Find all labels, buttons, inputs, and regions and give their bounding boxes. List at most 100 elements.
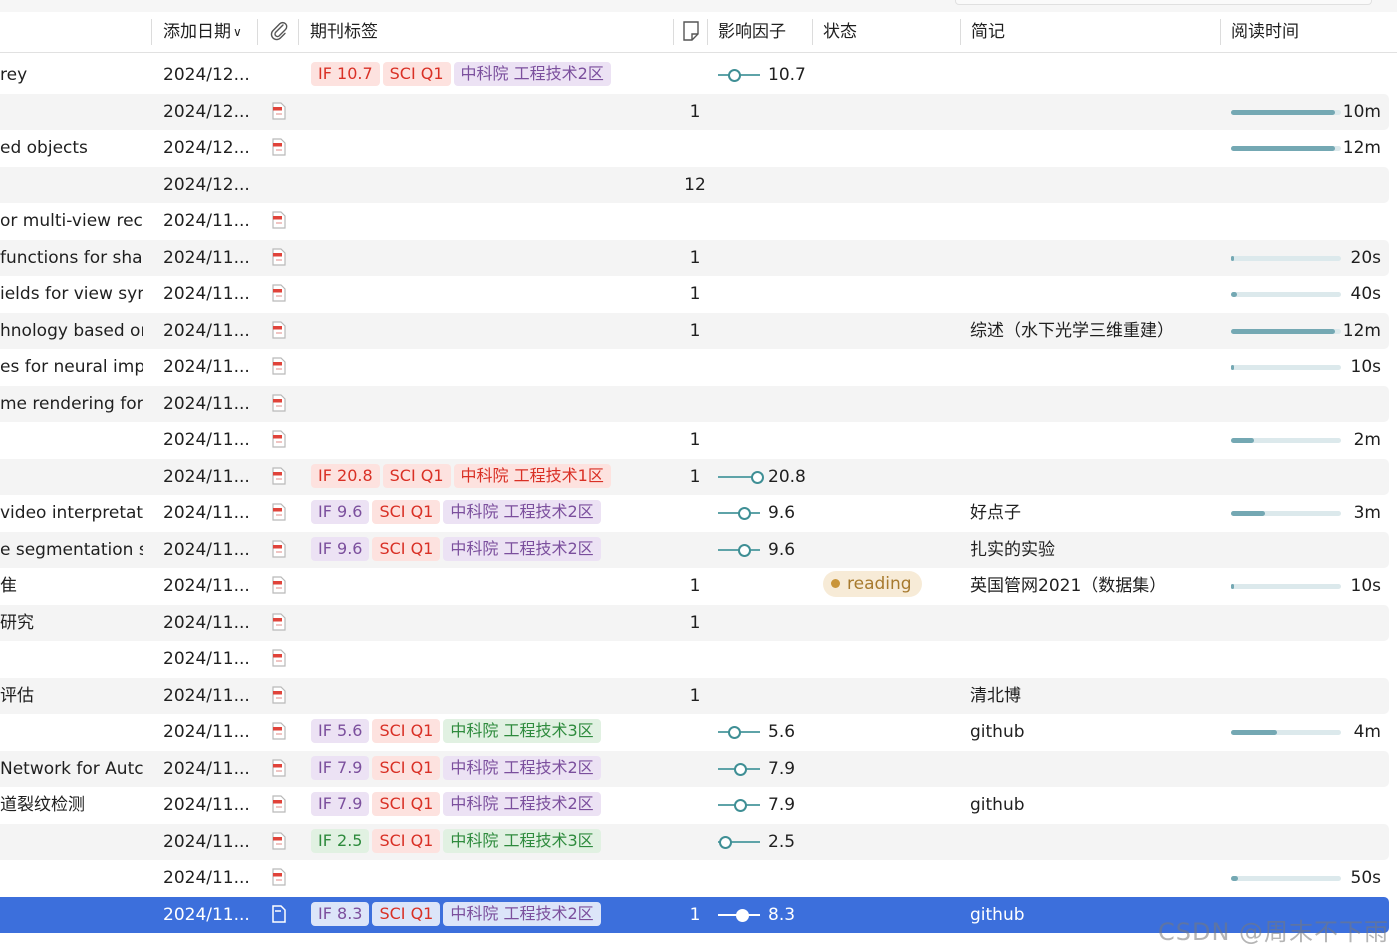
- column-divider[interactable]: [298, 19, 299, 45]
- journal-tag: SCI Q1: [372, 828, 441, 853]
- column-divider[interactable]: [960, 19, 961, 45]
- pdf-attachment-icon[interactable]: [271, 101, 287, 120]
- table-row[interactable]: 2024/11...: [0, 641, 1389, 678]
- attachment-cell[interactable]: [268, 130, 290, 166]
- attachment-cell[interactable]: [268, 751, 290, 787]
- column-header-read-time[interactable]: 阅读时间: [1231, 12, 1299, 52]
- pdf-attachment-icon[interactable]: [271, 576, 287, 594]
- column-divider[interactable]: [812, 19, 813, 45]
- pdf-attachment-icon[interactable]: [271, 138, 287, 156]
- attachment-cell[interactable]: [268, 714, 290, 750]
- pdf-attachment-icon[interactable]: [271, 758, 287, 777]
- table-row[interactable]: 2024/12... 12: [0, 166, 1389, 203]
- attachment-cell[interactable]: [268, 349, 290, 385]
- table-row[interactable]: 2024/11... IF 2.5 SCI Q1 中科院 工程技术3区 2.5: [0, 823, 1389, 860]
- column-header-status[interactable]: 状态: [823, 12, 857, 52]
- attachment-cell[interactable]: [268, 824, 290, 860]
- pdf-attachment-icon[interactable]: [271, 649, 287, 667]
- memo: [970, 641, 1215, 677]
- attachment-cell[interactable]: [268, 568, 290, 604]
- memo: [970, 167, 1215, 203]
- attachment-cell[interactable]: [268, 532, 290, 568]
- memo: [970, 860, 1215, 896]
- memo: [970, 57, 1215, 93]
- column-divider[interactable]: [707, 19, 708, 45]
- read-time: 50s: [1231, 860, 1381, 896]
- status-badge[interactable]: reading: [823, 571, 922, 597]
- search-box-edge[interactable]: [955, 0, 1372, 5]
- pdf-attachment-icon[interactable]: [271, 393, 287, 412]
- table-row[interactable]: functions for sha 2024/11... 1 20s: [0, 239, 1389, 276]
- pdf-attachment-icon[interactable]: [271, 430, 287, 448]
- read-time-fill: [1231, 876, 1238, 881]
- column-header-impact-factor[interactable]: 影响因子: [718, 12, 786, 52]
- attachment-cell[interactable]: [268, 57, 290, 93]
- column-divider[interactable]: [1220, 19, 1221, 45]
- table-row[interactable]: hnology based or 2024/11... 1 综述（水下光学三维重建） 1…: [0, 312, 1389, 349]
- table-row[interactable]: 2024/11... 1 2m: [0, 422, 1389, 459]
- table-row[interactable]: video interpretatic 2024/11... IF 9.6 SCI Q…: [0, 495, 1389, 532]
- added-date: 2024/11...: [163, 576, 250, 596]
- pdf-attachment-icon[interactable]: [271, 722, 287, 740]
- column-header-tags[interactable]: 期刊标签: [310, 12, 378, 52]
- pdf-attachment-icon[interactable]: [271, 466, 287, 485]
- reading-status: [823, 94, 953, 130]
- pdf-attachment-icon[interactable]: [271, 320, 287, 339]
- column-divider[interactable]: [673, 19, 674, 45]
- table-row[interactable]: ields for view syn 2024/11... 1 40s: [0, 276, 1389, 313]
- pdf-attachment-icon[interactable]: [271, 795, 287, 813]
- attachment-cell[interactable]: [268, 167, 290, 203]
- attachment-cell[interactable]: [268, 787, 290, 823]
- table-row[interactable]: or multi-view reco 2024/11...: [0, 203, 1389, 240]
- pdf-attachment-icon[interactable]: [271, 503, 287, 521]
- attachment-cell[interactable]: [268, 203, 290, 239]
- pdf-attachment-icon[interactable]: [271, 247, 287, 266]
- attachment-cell[interactable]: [268, 313, 290, 349]
- column-header-memo[interactable]: 简记: [971, 12, 1005, 52]
- table-row[interactable]: Network for Autc 2024/11... IF 7.9 SCI Q1 中科…: [0, 750, 1389, 787]
- attachment-cell[interactable]: [268, 495, 290, 531]
- column-header-notes[interactable]: [681, 12, 701, 52]
- table-row[interactable]: 2024/11... IF 20.8 SCI Q1 中科院 工程技术1区 1 20.8: [0, 458, 1389, 495]
- table-row[interactable]: 2024/12... 1 10m: [0, 93, 1389, 130]
- item-title: e segmentation sy: [0, 539, 143, 560]
- column-header-attachment[interactable]: [268, 12, 290, 52]
- attachment-cell[interactable]: [268, 641, 290, 677]
- pdf-attachment-icon[interactable]: [271, 284, 287, 302]
- notes-count: 1: [689, 612, 701, 633]
- table-row[interactable]: e segmentation sy 2024/11... IF 9.6 SCI Q1 中…: [0, 531, 1389, 568]
- table-row[interactable]: es for neural impli 2024/11... 10s: [0, 349, 1389, 386]
- table-row[interactable]: 隹 2024/11... 1 reading 英国管网2021（数据集） 10s: [0, 568, 1389, 605]
- table-row[interactable]: 2024/11... IF 5.6 SCI Q1 中科院 工程技术3区 5.6 githu…: [0, 714, 1389, 751]
- attachment-cell[interactable]: [268, 860, 290, 896]
- memo: 好点子: [970, 503, 1021, 523]
- attachment-cell[interactable]: [268, 422, 290, 458]
- attachment-cell[interactable]: [268, 276, 290, 312]
- table-row[interactable]: 2024/11... 50s: [0, 860, 1389, 897]
- attachment-cell[interactable]: [268, 386, 290, 422]
- pdf-attachment-icon[interactable]: [271, 539, 287, 558]
- attachment-cell[interactable]: [268, 240, 290, 276]
- table-row[interactable]: 研究 2024/11... 1: [0, 604, 1389, 641]
- table-row[interactable]: 评估 2024/11... 1 清北博: [0, 677, 1389, 714]
- pdf-attachment-icon[interactable]: [271, 612, 287, 631]
- pdf-attachment-icon[interactable]: [271, 211, 287, 229]
- table-row[interactable]: ed objects 2024/12... 12m: [0, 130, 1389, 167]
- pdf-attachment-icon[interactable]: [271, 685, 287, 704]
- pdf-attachment-icon[interactable]: [271, 868, 287, 886]
- column-header-added-date[interactable]: 添加日期 ∨: [163, 12, 242, 52]
- table-row[interactable]: 道裂纹检测 2024/11... IF 7.9 SCI Q1 中科院 工程技术2区 7.9…: [0, 787, 1389, 824]
- pdf-attachment-icon[interactable]: [271, 831, 287, 850]
- attachment-cell[interactable]: [268, 897, 290, 933]
- table-row[interactable]: me rendering for 2024/11...: [0, 385, 1389, 422]
- attachment-cell[interactable]: [268, 605, 290, 641]
- pdf-attachment-icon[interactable]: [271, 904, 287, 923]
- column-divider[interactable]: [151, 19, 152, 45]
- attachment-cell[interactable]: [268, 94, 290, 130]
- journal-tags: [311, 678, 673, 714]
- attachment-cell[interactable]: [268, 459, 290, 495]
- table-row[interactable]: rey 2024/12... IF 10.7 SCI Q1 中科院 工程技术2区 10.7: [0, 57, 1389, 94]
- attachment-cell[interactable]: [268, 678, 290, 714]
- column-divider[interactable]: [257, 19, 258, 45]
- pdf-attachment-icon[interactable]: [271, 357, 287, 375]
